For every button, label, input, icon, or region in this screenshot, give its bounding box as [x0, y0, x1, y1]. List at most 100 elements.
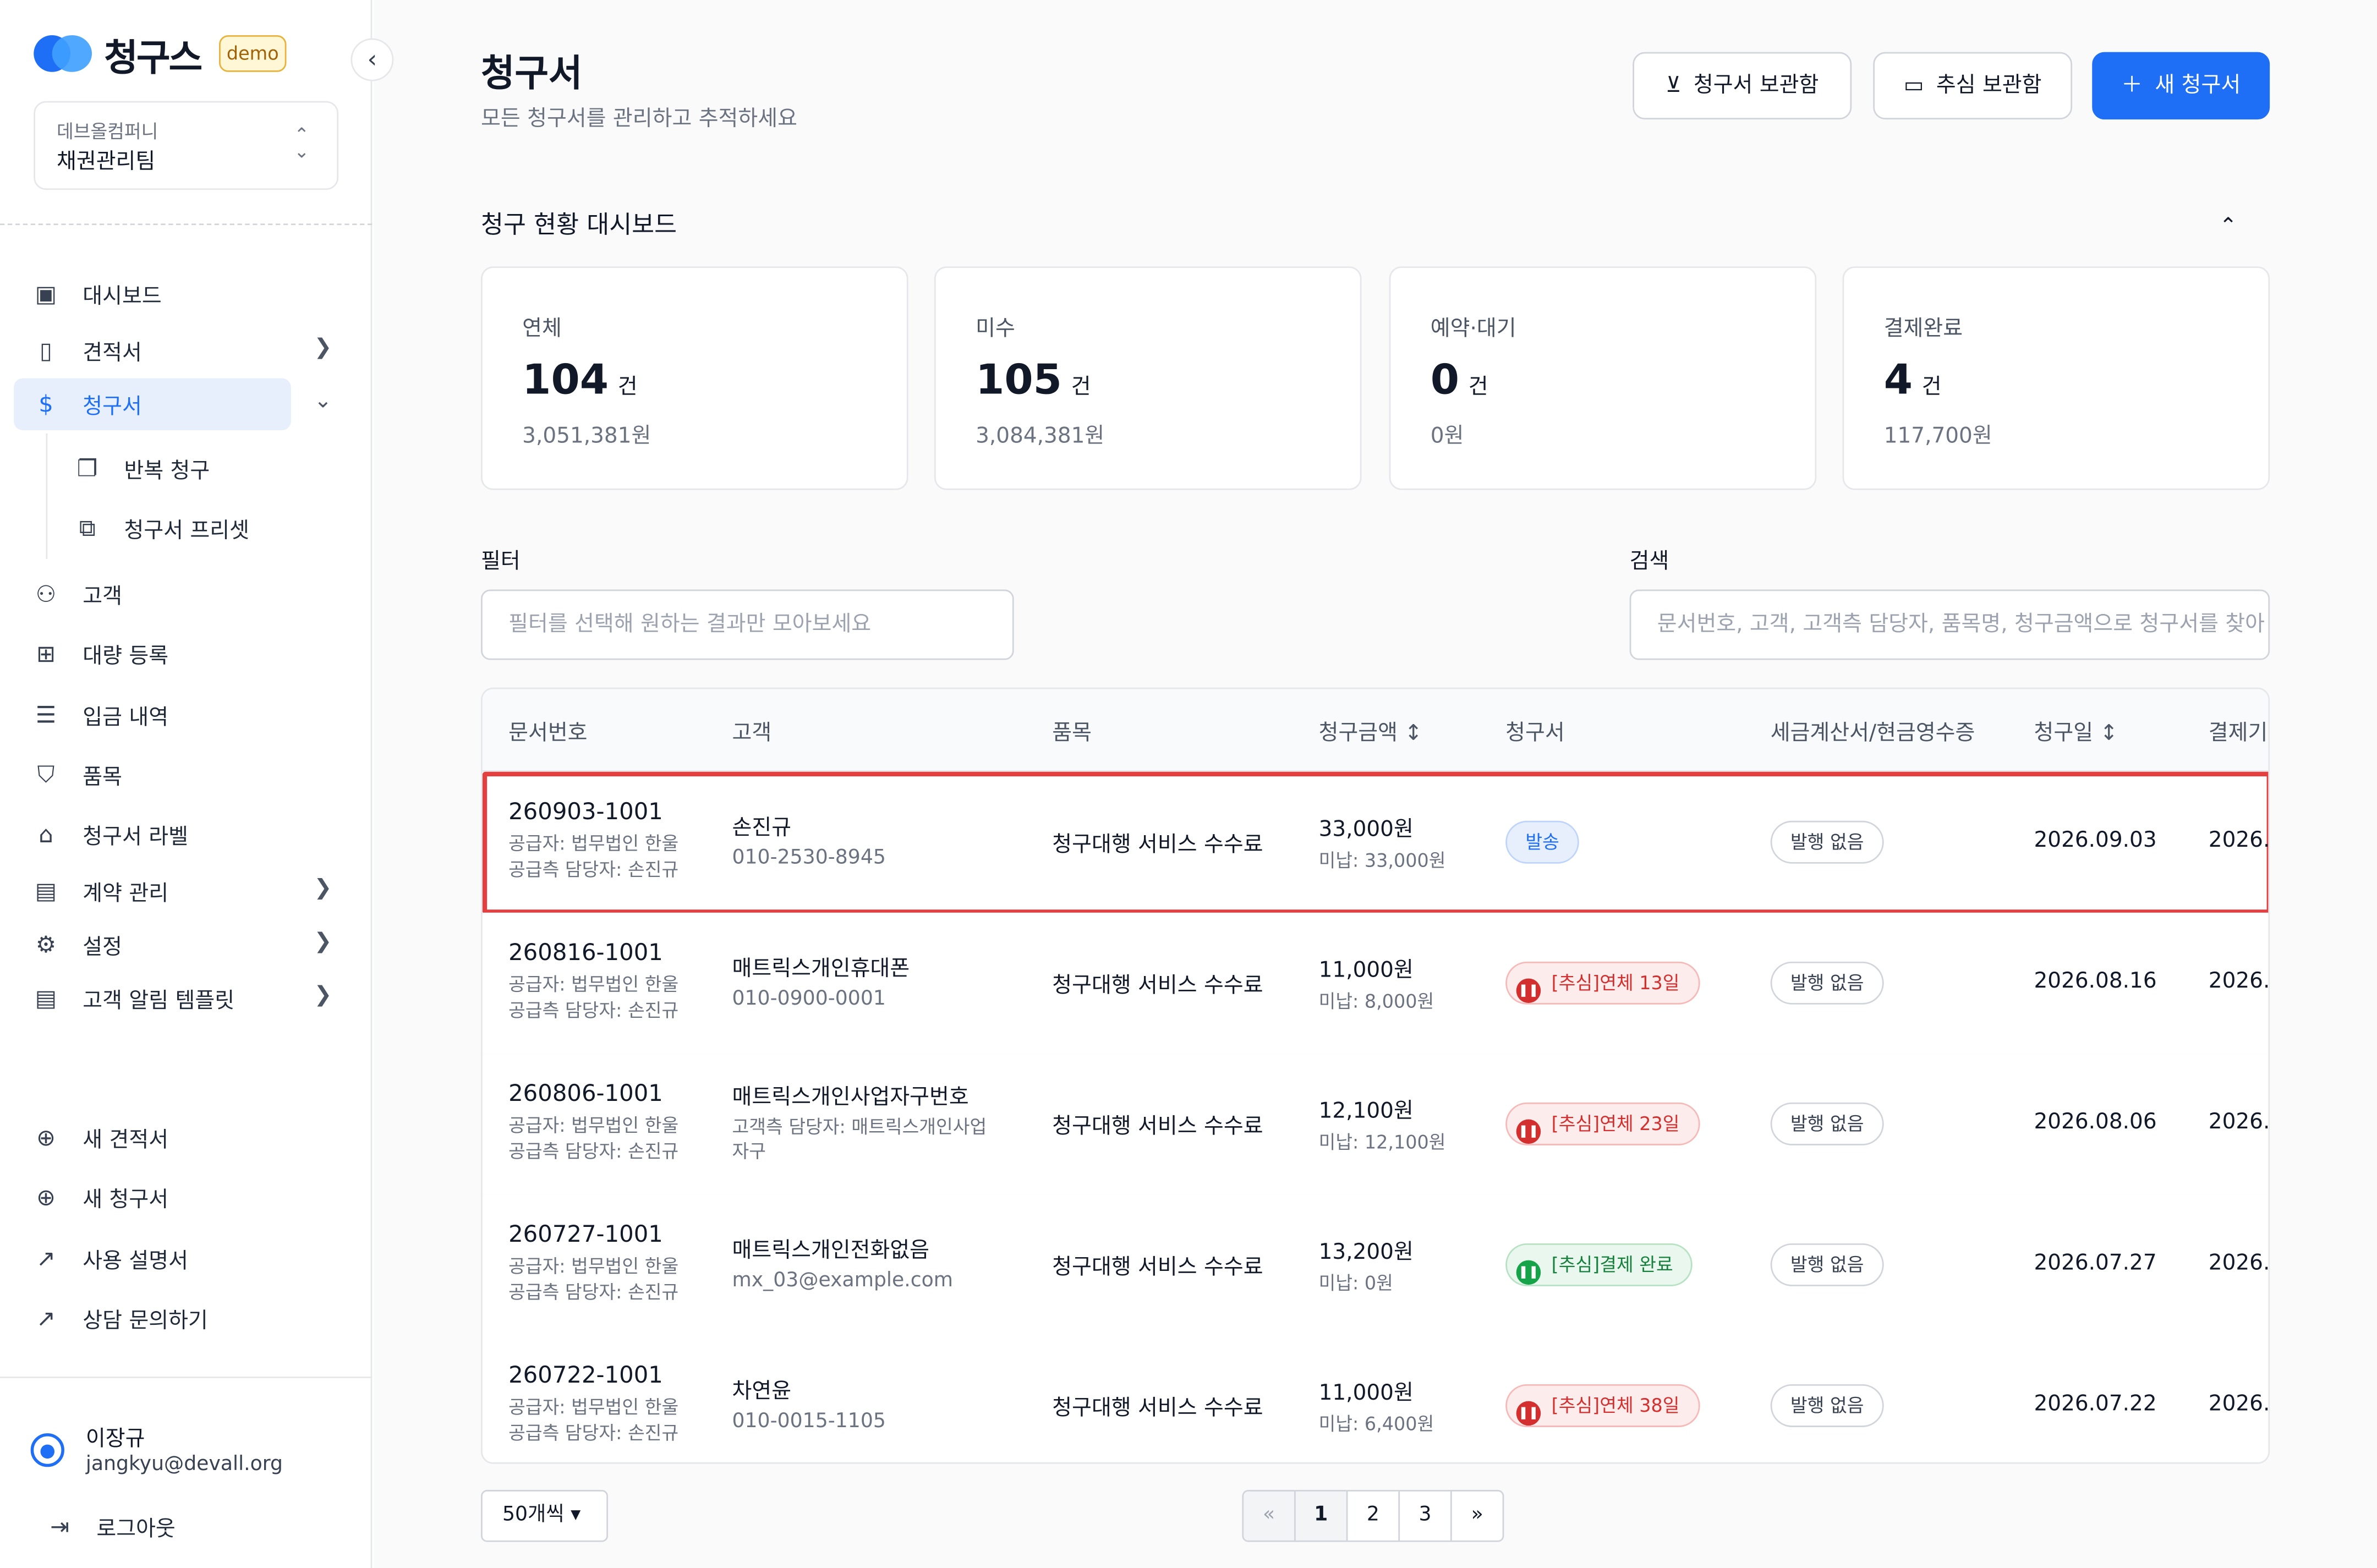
- stat-card-overdue[interactable]: 연체 104 건 3,051,381원: [481, 266, 908, 490]
- nav-contracts[interactable]: ▤ 계약 관리 ❯: [0, 865, 372, 918]
- col-date-sort[interactable]: 청구일 ↕: [2034, 717, 2118, 748]
- invoice-date: 2026.07.22: [2034, 1391, 2157, 1417]
- page-subtitle: 모든 청구서를 관리하고 추적하세요: [481, 107, 797, 132]
- invoice-archive-button[interactable]: ⊻ 청구서 보관함: [1633, 52, 1852, 120]
- nav-label: 새 청구서: [83, 1188, 169, 1213]
- filter-input[interactable]: 필터를 선택해 원하는 결과만 모아보세요: [481, 589, 1014, 660]
- nav-presets[interactable]: ⧉ 청구서 프리셋: [0, 504, 372, 553]
- quick-new-invoice[interactable]: ⊕ 새 청구서: [0, 1171, 372, 1224]
- nav-labels[interactable]: ⌂ 청구서 라벨: [0, 809, 372, 861]
- due-date: 2026.: [2208, 1251, 2270, 1276]
- table-row[interactable]: 260727-1001 공급자: 법무법인 한울 공급측 담당자: 손진규 매트릭…: [482, 1194, 2270, 1337]
- logout-icon: ⇥: [50, 1512, 70, 1540]
- col-status[interactable]: 청구서: [1505, 717, 1565, 748]
- external-link-icon: ↗: [36, 1244, 56, 1273]
- due-date: 2026.: [2208, 1391, 2270, 1417]
- nav-bulk[interactable]: ⊞ 대량 등록: [0, 628, 372, 680]
- nav-quotes[interactable]: ▯ 견적서 ❯: [0, 325, 372, 377]
- nav-templates[interactable]: ▤ 고객 알림 템플릿 ❯: [0, 972, 372, 1024]
- logout-button[interactable]: ⇥ 로그아웃: [14, 1501, 386, 1553]
- plus-icon: ＋: [2121, 73, 2143, 98]
- stat-card-scheduled[interactable]: 예약·대기 0건 0원: [1389, 266, 1817, 490]
- invoice-table: 문서번호 고객 품목 청구금액 ↕ 청구서 세금계산서/현금영수증 청구일 ↕ …: [481, 687, 2270, 1464]
- stat-card-unpaid[interactable]: 미수 105 건 3,084,381원: [934, 266, 1362, 490]
- presentation-icon: ▣: [35, 280, 57, 308]
- stat-label: 결제완료: [1883, 317, 1963, 342]
- col-pay[interactable]: 결제기: [2209, 717, 2268, 748]
- status-badge[interactable]: 발송: [1505, 820, 1580, 864]
- page-button-3[interactable]: 3: [1398, 1490, 1452, 1542]
- tax-badge[interactable]: 발행 없음: [1770, 961, 1884, 1005]
- nav-items[interactable]: ⛉ 품목: [0, 749, 372, 801]
- status-badge[interactable]: ❚❚ [추심]연체 38일: [1505, 1384, 1700, 1427]
- logout-label: 로그아웃: [96, 1517, 176, 1542]
- supplier-info: 공급자: 법무법인 한울 공급측 담당자: 손진규: [508, 1256, 679, 1303]
- logo-mark-secondary: [52, 35, 92, 72]
- chevron-updown-icon: ⌃ ⌄: [294, 124, 310, 163]
- prev-page-button[interactable]: «: [1242, 1490, 1296, 1542]
- nav-label: 새 견적서: [83, 1128, 169, 1153]
- stat-card-paid[interactable]: 결제완료 4건 117,700원: [1842, 266, 2270, 490]
- tax-badge[interactable]: 발행 없음: [1770, 1243, 1884, 1286]
- nav-recurring[interactable]: ❐ 반복 청구: [0, 444, 372, 493]
- folder-plus-icon: ⊞: [36, 640, 56, 668]
- nav-payments[interactable]: ☰ 입금 내역: [0, 689, 372, 741]
- amount: 12,100원: [1318, 1099, 1414, 1124]
- nav-dashboard[interactable]: ▣ 대시보드: [0, 268, 372, 320]
- cash-icon: ▭: [1903, 73, 1924, 98]
- page-button-2[interactable]: 2: [1346, 1490, 1400, 1542]
- per-page-select[interactable]: 50개씩 ▾: [481, 1490, 609, 1542]
- quick-new-quote[interactable]: ⊕ 새 견적서: [0, 1112, 372, 1164]
- copy-icon: ⧉: [79, 514, 96, 542]
- stat-label: 예약·대기: [1430, 317, 1516, 342]
- sidebar-collapse-button[interactable]: ‹: [350, 38, 394, 81]
- invoice-date: 2026.08.06: [2034, 1110, 2157, 1135]
- org-switcher[interactable]: 데브올컴퍼니 채권관리팀 ⌃ ⌄: [34, 101, 339, 190]
- next-page-button[interactable]: »: [1450, 1490, 1504, 1542]
- table-row[interactable]: 260722-1001 공급자: 법무법인 한울 공급측 담당자: 손진규 차연윤…: [482, 1335, 2270, 1462]
- col-amount-sort[interactable]: 청구금액 ↕: [1319, 717, 1422, 748]
- sidebar: 청구스 demo 데브올컴퍼니 채권관리팀 ⌃ ⌄ ▣ 대시보드 ▯ 견적서 ❯ …: [0, 0, 373, 1568]
- status-badge[interactable]: ❚❚ [추심]결제 완료: [1505, 1243, 1693, 1286]
- nav-invoices[interactable]: $ 청구서 ⌄: [0, 378, 372, 431]
- col-item[interactable]: 품목: [1052, 717, 1092, 748]
- brand-name[interactable]: 청구스: [104, 28, 202, 81]
- quick-contact[interactable]: ↗ 상담 문의하기: [0, 1292, 372, 1345]
- col-tax[interactable]: 세금계산서/현금영수증: [1771, 717, 1975, 748]
- tax-badge[interactable]: 발행 없음: [1770, 1384, 1884, 1427]
- table-row[interactable]: 260816-1001 공급자: 법무법인 한울 공급측 담당자: 손진규 매트릭…: [482, 912, 2269, 1055]
- amount: 11,000원: [1318, 958, 1414, 983]
- tax-badge[interactable]: 발행 없음: [1770, 1102, 1884, 1145]
- nav-label: 고객 알림 템플릿: [83, 989, 235, 1014]
- invoice-date: 2026.07.27: [2034, 1251, 2157, 1276]
- customer-contact: 010-0900-0001: [732, 988, 886, 1011]
- stat-count: 105 건: [976, 357, 1091, 404]
- col-doc[interactable]: 문서번호: [508, 717, 587, 748]
- stat-amount: 3,051,381원: [522, 424, 651, 449]
- customer-contact: 010-0015-1105: [732, 1410, 886, 1434]
- item-name: 청구대행 서비스 수수료: [1052, 1396, 1263, 1421]
- nav-label: 반복 청구: [124, 459, 210, 484]
- item-name: 청구대행 서비스 수수료: [1052, 1115, 1263, 1139]
- new-invoice-button[interactable]: ＋ 새 청구서: [2092, 52, 2270, 120]
- customer-name: 손진규: [732, 816, 792, 841]
- filter-label: 필터: [481, 550, 521, 574]
- status-badge[interactable]: ❚❚ [추심]연체 23일: [1505, 1102, 1700, 1145]
- table-row[interactable]: 260903-1001 공급자: 법무법인 한울 공급측 담당자: 손진규 손진규…: [482, 771, 2269, 914]
- due-date: 2026.: [2208, 1110, 2270, 1135]
- tax-badge[interactable]: 발행 없음: [1770, 820, 1884, 864]
- nav-customers[interactable]: ⚇ 고객: [0, 568, 372, 621]
- unpaid-amount: 미납: 0원: [1318, 1272, 1393, 1294]
- col-customer[interactable]: 고객: [732, 717, 772, 748]
- chevron-right-icon: ❯: [314, 335, 332, 360]
- collapse-dashboard-icon[interactable]: ⌃: [2219, 215, 2237, 239]
- page-button-1[interactable]: 1: [1294, 1490, 1348, 1542]
- status-badge[interactable]: ❚❚ [추심]연체 13일: [1505, 961, 1700, 1005]
- table-row[interactable]: 260806-1001 공급자: 법무법인 한울 공급측 담당자: 손진규 매트릭…: [482, 1053, 2270, 1196]
- invoice-date: 2026.09.03: [2034, 828, 2157, 853]
- quick-manual[interactable]: ↗ 사용 설명서: [0, 1232, 372, 1285]
- search-input[interactable]: 문서번호, 고객, 고객측 담당자, 품목명, 청구금액으로 청구서를 찾아: [1629, 589, 2270, 660]
- user-avatar-icon[interactable]: ●: [30, 1433, 64, 1467]
- collection-archive-button[interactable]: ▭ 추심 보관함: [1873, 52, 2073, 120]
- nav-settings[interactable]: ⚙ 설정 ❯: [0, 919, 372, 971]
